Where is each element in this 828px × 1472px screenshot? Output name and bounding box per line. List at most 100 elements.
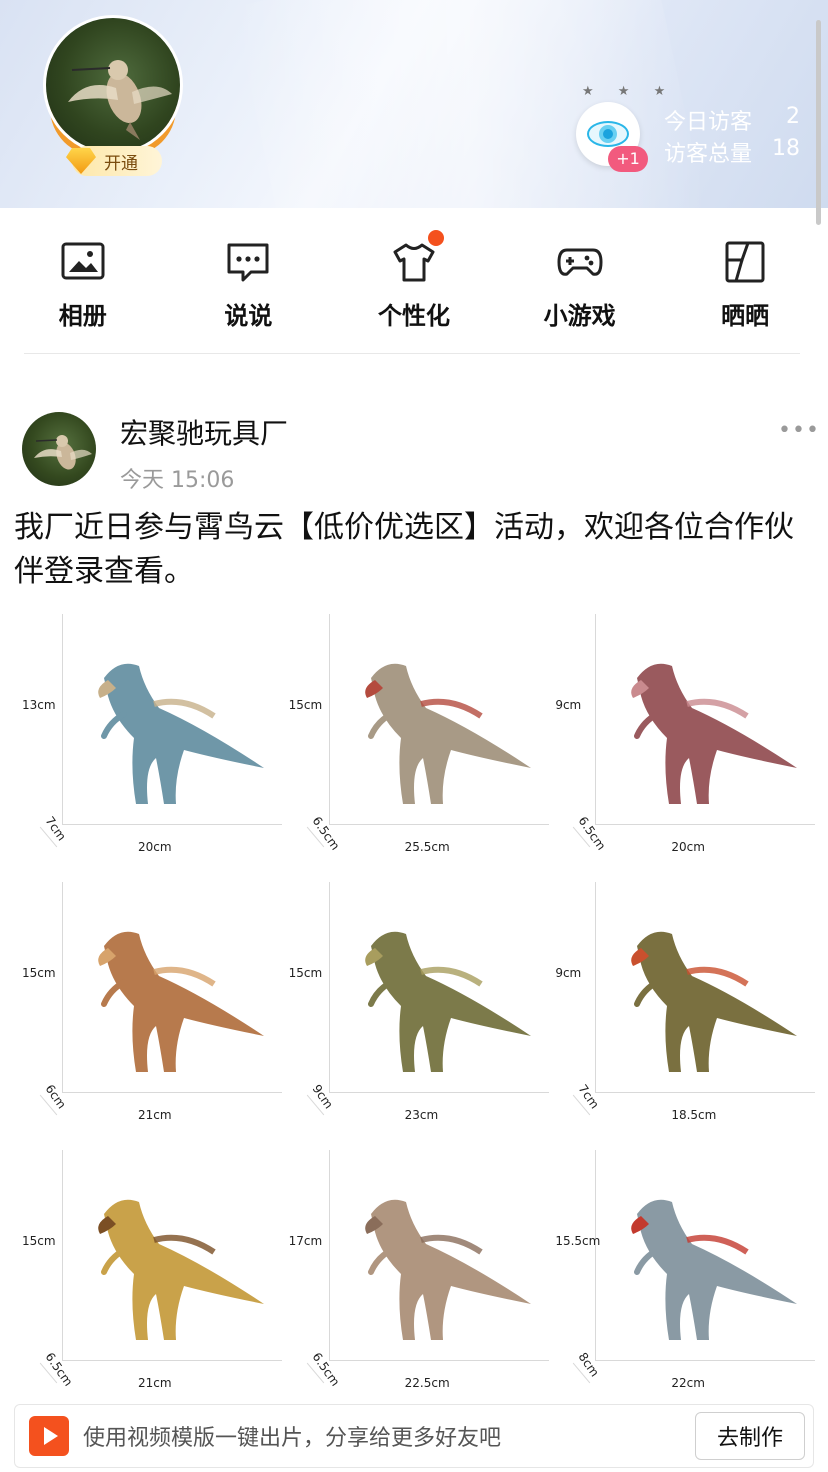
nav-item-games[interactable]: 小游戏 xyxy=(497,208,663,354)
make-video-button[interactable]: 去制作 xyxy=(695,1412,805,1460)
tshirt-icon xyxy=(393,243,435,282)
dimension-line xyxy=(328,614,330,824)
width-label: 20cm xyxy=(671,840,705,854)
product-cell: 15cm 23cm 9cm xyxy=(281,866,549,1134)
nav-label-showcase: 晒晒 xyxy=(721,302,770,330)
width-label: 25.5cm xyxy=(404,840,450,854)
product-cell: 15.5cm 22cm 8cm xyxy=(547,1134,816,1402)
scrollbar[interactable] xyxy=(816,20,821,225)
nav-item-showcase[interactable]: 晒晒 xyxy=(662,208,828,354)
dimension-line xyxy=(328,1150,330,1360)
width-label: 18.5cm xyxy=(671,1108,717,1122)
dimension-line xyxy=(62,614,63,824)
height-label: 9cm xyxy=(555,698,582,712)
height-label: 15.5cm xyxy=(555,1234,601,1248)
diamond-icon xyxy=(66,148,96,174)
depth-label: 7cm xyxy=(42,814,69,844)
post-author-name[interactable]: 宏聚驰玩具厂 xyxy=(120,412,288,452)
today-visitors-value: 2 xyxy=(786,104,800,129)
dinosaur-toy-icon xyxy=(364,663,531,804)
depth-label: 6.5cm xyxy=(309,814,343,853)
dimension-line xyxy=(595,1092,816,1093)
width-label: 23cm xyxy=(404,1108,439,1122)
nav-item-posts[interactable]: 说说 xyxy=(166,208,332,354)
nav-item-personalize[interactable]: 个性化 xyxy=(331,208,497,354)
today-visitors-label: 今日访客 xyxy=(664,110,753,135)
hummingbird-icon xyxy=(68,60,172,140)
total-visitors-row[interactable]: 访客总量 18 xyxy=(664,136,800,168)
height-label: 9cm xyxy=(555,966,582,980)
height-label: 15cm xyxy=(288,698,323,712)
total-visitors-value: 18 xyxy=(772,136,800,161)
dimension-line xyxy=(595,882,597,1092)
product-cell: 15cm 21cm 6cm xyxy=(14,866,282,1134)
hummingbird-icon xyxy=(34,435,92,470)
height-label: 17cm xyxy=(288,1234,323,1248)
width-label: 22cm xyxy=(671,1376,705,1390)
dimension-line xyxy=(595,1360,816,1361)
eye-icon xyxy=(587,121,629,147)
profile-avatar[interactable] xyxy=(46,18,180,152)
nav-label-album: 相册 xyxy=(58,302,107,330)
post-content-text: 我厂近日参与霄鸟云【低价优选区】活动，欢迎各位合作伙伴登录查看。 xyxy=(14,510,794,589)
nav-item-album[interactable]: 相册 xyxy=(0,208,166,354)
depth-label: 6cm xyxy=(42,1082,69,1112)
dimension-line xyxy=(328,1360,549,1361)
dimension-line xyxy=(62,1150,63,1360)
height-label: 13cm xyxy=(22,698,56,712)
notification-dot xyxy=(427,230,444,246)
video-template-prompt: 使用视频模版一键出片，分享给更多好友吧 xyxy=(83,1426,502,1451)
depth-label: 6.5cm xyxy=(309,1350,343,1389)
height-label: 15cm xyxy=(22,1234,56,1248)
dimension-line xyxy=(328,1092,549,1093)
product-cell: 9cm 18.5cm 7cm xyxy=(547,866,816,1134)
nav-label-personalize: 个性化 xyxy=(377,302,450,330)
width-label: 20cm xyxy=(138,840,172,854)
nav-label-games: 小游戏 xyxy=(543,302,616,330)
post-image-dinosaur-collection[interactable]: 13cm 20cm 7cm 15cm 25.5cm 6.5cm 9cm 20cm 6.5cm 15… xyxy=(14,598,816,1402)
photo-album-icon xyxy=(61,242,105,280)
dinosaur-toy-icon xyxy=(98,663,264,804)
vip-open-badge[interactable]: 开通 xyxy=(66,146,162,176)
depth-label: 7cm xyxy=(575,1082,603,1112)
dinosaur-toy-icon xyxy=(98,1199,264,1340)
width-label: 21cm xyxy=(138,1376,172,1390)
vip-open-label: 开通 xyxy=(104,153,138,174)
share-frame-icon xyxy=(725,241,765,283)
dinosaur-toy-icon xyxy=(631,663,798,804)
visitor-increment-badge: +1 xyxy=(608,146,648,172)
depth-label: 6.5cm xyxy=(575,814,609,853)
dimension-line xyxy=(328,882,330,1092)
product-cell: 17cm 22.5cm 6.5cm xyxy=(281,1134,549,1402)
profile-header: 开通 ★ ★ ★ +1 今日访客 2 访客总量 18 xyxy=(0,0,828,208)
nav-label-posts: 说说 xyxy=(224,302,273,330)
dimension-line xyxy=(328,824,549,825)
header-background-streak xyxy=(233,0,707,208)
dinosaur-toy-icon xyxy=(364,931,531,1072)
sparkle-stars-icon: ★ ★ ★ xyxy=(582,84,676,99)
depth-label: 8cm xyxy=(575,1350,603,1380)
video-template-bar: 使用视频模版一键出片，分享给更多好友吧 去制作 xyxy=(14,1404,814,1468)
product-cell: 15cm 21cm 6.5cm xyxy=(14,1134,282,1402)
dimension-line xyxy=(595,614,597,824)
dinosaur-toy-icon xyxy=(631,931,798,1072)
dimension-line xyxy=(595,824,816,825)
product-cell: 13cm 20cm 7cm xyxy=(14,598,282,866)
post-author-avatar[interactable] xyxy=(22,412,96,486)
dimension-line xyxy=(595,1150,597,1360)
dimension-line xyxy=(62,1092,282,1093)
gamepad-icon xyxy=(557,248,603,276)
product-cell: 9cm 20cm 6.5cm xyxy=(547,598,816,866)
width-label: 21cm xyxy=(138,1108,172,1122)
today-visitors-row[interactable]: 今日访客 2 xyxy=(664,104,800,136)
product-cell: 15cm 25.5cm 6.5cm xyxy=(281,598,549,866)
height-label: 15cm xyxy=(22,966,56,980)
height-label: 15cm xyxy=(288,966,323,980)
video-play-icon xyxy=(29,1416,69,1456)
dinosaur-toy-icon xyxy=(98,931,264,1072)
post-timestamp: 今天 15:06 xyxy=(120,468,235,493)
depth-label: 9cm xyxy=(309,1082,336,1112)
dimension-line xyxy=(62,882,63,1092)
feature-nav: 相册 说说 个性化 小游戏 晒晒 xyxy=(0,208,828,354)
more-options-icon[interactable]: ••• xyxy=(778,418,820,443)
